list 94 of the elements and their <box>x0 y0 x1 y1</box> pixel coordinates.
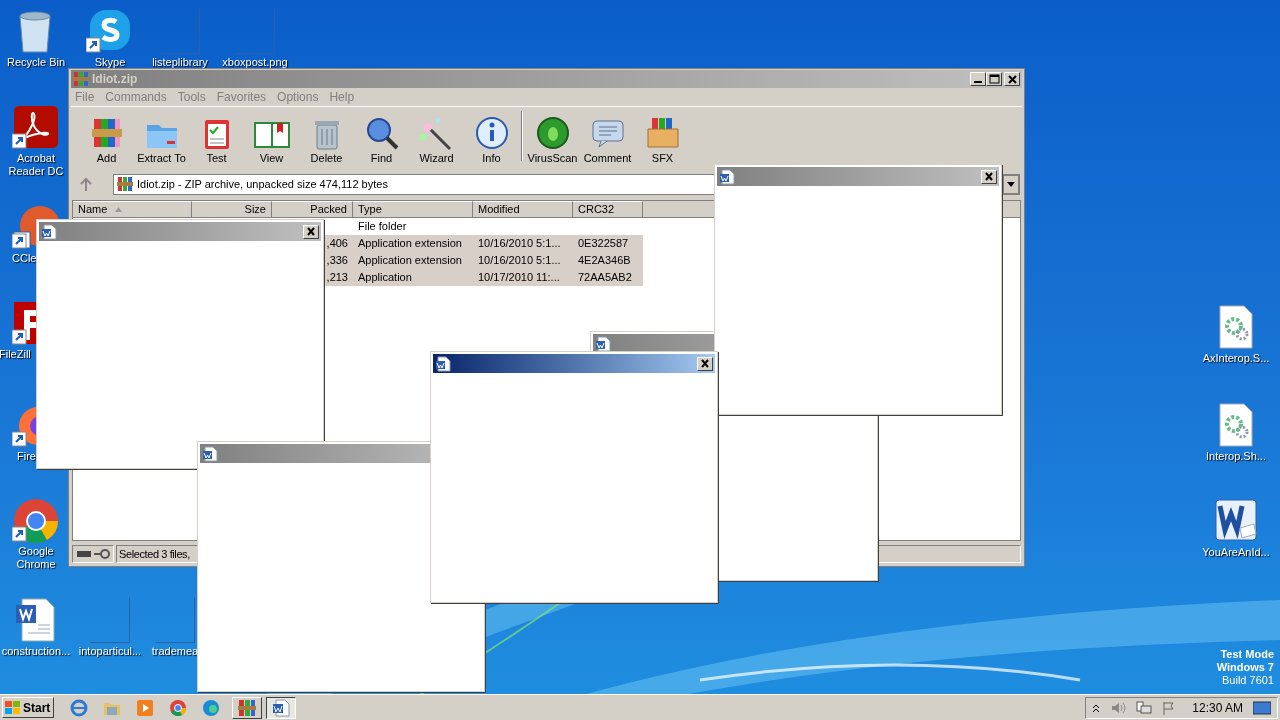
desktop-icon-label[interactable]: trademea <box>151 645 199 658</box>
document-icon <box>202 445 218 462</box>
table-cell: ,213 <box>326 271 348 284</box>
toolbar-button[interactable]: Delete <box>299 115 354 165</box>
archive-icon <box>73 71 89 87</box>
table-cell: 4E2A346B <box>578 254 631 267</box>
network-icon <box>1136 700 1153 715</box>
windows-flag-icon <box>5 700 21 715</box>
toolbar-button[interactable]: Add <box>79 115 134 165</box>
desktop-icon-label[interactable]: construction... <box>1 645 71 658</box>
quick-launch-button[interactable] <box>169 698 187 717</box>
quick-launch-button[interactable] <box>70 698 88 717</box>
toolbar-button[interactable]: Wizard <box>409 115 464 165</box>
close-button[interactable] <box>1004 72 1020 86</box>
sort-arrow-icon <box>115 207 123 212</box>
desktop-icon-label[interactable]: AxInterop.S... <box>1202 352 1270 365</box>
desktop-icon-label[interactable]: Google Chrome <box>11 545 61 571</box>
table-cell: 0E322587 <box>578 237 629 250</box>
close-button[interactable] <box>303 224 319 239</box>
table-cell: ,336 <box>326 254 348 267</box>
column-header[interactable]: Type <box>353 201 473 218</box>
pdf-icon <box>12 104 60 150</box>
play-icon <box>136 698 154 717</box>
table-cell: 10/17/2010 11:... <box>478 271 560 284</box>
desktop-icon-label[interactable]: FileZill <box>0 348 31 361</box>
desktop-icon-label[interactable]: Acrobat Reader DC <box>1 152 71 178</box>
dropdown-button[interactable] <box>1003 174 1019 194</box>
up-arrow-icon <box>80 177 92 191</box>
key-icon <box>93 549 110 559</box>
document-icon <box>435 355 451 372</box>
close-icon <box>1005 73 1019 85</box>
desktop-icon-label[interactable]: Recycle Bin <box>6 56 66 69</box>
minimize-icon <box>974 81 982 83</box>
status-text: Selected 3 files, <box>119 546 190 562</box>
close-button[interactable] <box>697 356 713 371</box>
table-cell: Application extension <box>358 237 462 250</box>
toolbar-button[interactable]: Comment <box>580 115 635 165</box>
desktop-icon-label[interactable]: intoparticul... <box>78 645 142 658</box>
desktop-icon-label[interactable]: YouAreAnId... <box>1202 546 1270 559</box>
taskbar-button[interactable] <box>266 696 296 719</box>
table-cell: Application <box>358 271 412 284</box>
chrome-icon <box>12 497 60 543</box>
os-notice-text: Test Mode <box>1219 648 1274 661</box>
column-header[interactable]: Name <box>73 201 192 218</box>
toolbar-button[interactable]: View <box>244 115 299 165</box>
toolbar-button[interactable]: Test <box>189 115 244 165</box>
column-header[interactable]: Size <box>192 201 272 218</box>
show-desktop-icon <box>1253 700 1271 715</box>
archive-icon <box>117 176 133 192</box>
start-button[interactable]: Start <box>2 697 54 718</box>
os-notice-text: Windows 7 <box>1216 661 1274 674</box>
desktop-icon-label[interactable]: listeplibrary <box>152 56 208 69</box>
close-icon <box>700 359 710 368</box>
chrome-icon <box>169 698 187 717</box>
table-cell: 10/16/2010 5:1... <box>478 237 561 250</box>
close-icon <box>984 172 994 181</box>
drive-icon <box>76 551 91 557</box>
desktop-icon-label[interactable]: Interop.Sh... <box>1206 450 1266 463</box>
document-icon <box>41 223 57 240</box>
word-icon <box>1212 498 1260 544</box>
document-icon <box>719 168 735 185</box>
clock[interactable]: 12:30 AM <box>1192 698 1243 717</box>
close-button[interactable] <box>981 169 997 184</box>
toolbar-button[interactable]: Find <box>354 115 409 165</box>
edge-icon <box>202 698 220 717</box>
table-cell: Application extension <box>358 254 462 267</box>
close-icon <box>306 227 316 236</box>
toolbar-button[interactable]: Info <box>464 115 519 165</box>
maximize-button[interactable] <box>986 72 1002 86</box>
table-cell: 10/16/2010 5:1... <box>478 254 561 267</box>
document-icon <box>272 698 290 717</box>
speaker-icon <box>1110 700 1127 715</box>
column-header[interactable]: Packed <box>272 201 353 218</box>
window-title: Idiot.zip <box>92 71 138 88</box>
table-cell: ,406 <box>326 237 348 250</box>
quick-launch-button[interactable] <box>136 698 154 717</box>
maximize-icon <box>987 73 1001 85</box>
archive-icon <box>238 698 256 717</box>
desktop-icon-label[interactable]: xboxpost.png <box>222 56 288 69</box>
chevron-up-icon <box>1092 702 1101 713</box>
table-cell: File folder <box>358 220 407 233</box>
column-header[interactable]: Modified <box>473 201 573 218</box>
toolbar-button[interactable]: Extract To <box>134 115 189 165</box>
desktop-icon-label[interactable]: Skype <box>94 56 126 69</box>
os-notice-text: Build 7601 <box>1221 674 1274 687</box>
minimize-button[interactable] <box>970 72 986 86</box>
browser-icon <box>70 698 88 717</box>
toolbar-button[interactable]: VirusScan <box>525 115 580 165</box>
desktop-icon-label[interactable]: Fire <box>17 450 36 463</box>
flag-icon <box>1162 700 1177 715</box>
table-cell: 72AA5AB2 <box>578 271 632 284</box>
toolbar-button[interactable]: SFX <box>635 115 690 165</box>
desktop-icon-label[interactable]: CCle <box>12 252 37 265</box>
caret-icon <box>1007 181 1015 187</box>
